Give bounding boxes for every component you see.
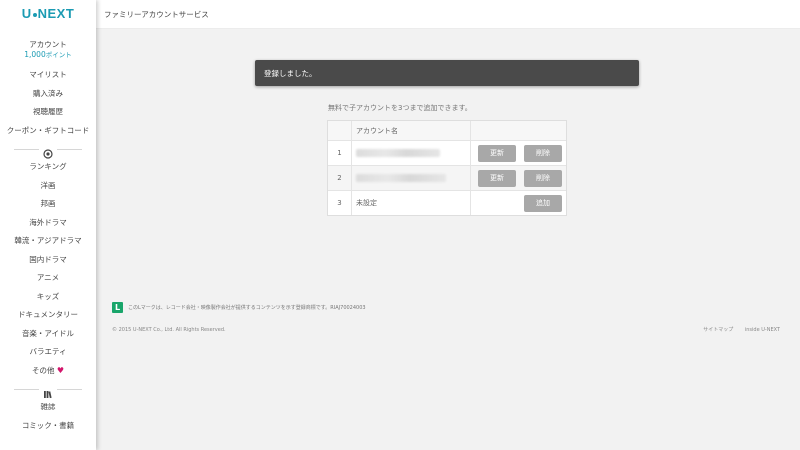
header-num-cell (328, 121, 352, 140)
blurred-account-name (356, 174, 446, 182)
sidebar-item-domestic-drama[interactable]: 国内ドラマ (0, 251, 96, 270)
footer-link-sitemap[interactable]: サイトマップ (703, 327, 733, 333)
update-button[interactable]: 更新 (478, 170, 516, 187)
account-label: アカウント (29, 40, 67, 49)
sidebar-item-music-idol[interactable]: 音楽・アイドル (0, 325, 96, 344)
update-button[interactable]: 更新 (478, 145, 516, 162)
table-row: 2 更新 削除 (328, 165, 566, 190)
sidebar: U NEXT アカウント 1,000ポイント マイリスト 購入済み 視聴履歴 クー… (0, 0, 96, 450)
row-number: 3 (328, 191, 352, 215)
header-action-cell (471, 121, 566, 140)
account-name-cell (352, 166, 471, 190)
sidebar-item-coupon[interactable]: クーポン・ギフトコード (0, 122, 96, 141)
sidebar-item-other-label: その他 (31, 365, 55, 375)
row-number: 2 (328, 166, 352, 190)
points-value: 1,000 (24, 50, 46, 59)
books-icon (39, 384, 57, 403)
top-header: ファミリーアカウントサービス (96, 0, 800, 29)
delete-button[interactable]: 削除 (524, 145, 562, 162)
l-mark-icon: L (112, 302, 123, 313)
account-name-cell: 未設定 (352, 191, 471, 215)
header-account-name: アカウント名 (352, 121, 471, 140)
l-mark-notice: L このLマークは、レコード会社・映像製作会社が提供するコンテンツを示す登録商標… (112, 302, 366, 313)
play-circle-icon (39, 144, 57, 163)
action-cell: 更新 削除 (471, 141, 566, 165)
sidebar-item-comics-books[interactable]: コミック・書籍 (0, 417, 96, 436)
page-title: ファミリーアカウントサービス (104, 10, 209, 19)
unext-logo[interactable]: U NEXT (0, 6, 96, 22)
action-cell: 更新 削除 (471, 166, 566, 190)
sidebar-item-other[interactable]: その他 ♥ (0, 362, 96, 381)
delete-button[interactable]: 削除 (524, 170, 562, 187)
table-row: 1 更新 削除 (328, 140, 566, 165)
footer-link-inside-unext[interactable]: inside U-NEXT (745, 327, 780, 333)
action-cell: 追加 (471, 191, 566, 215)
copyright: © 2015 U-NEXT Co., Ltd. All Rights Reser… (112, 327, 226, 333)
footer-links: サイトマップ inside U-NEXT (693, 326, 780, 333)
sidebar-item-foreign-drama[interactable]: 海外ドラマ (0, 214, 96, 233)
success-toast: 登録しました。 (255, 60, 639, 86)
logo-text-left: U (21, 6, 32, 21)
logo-text-right: NEXT (37, 6, 75, 21)
sidebar-item-anime[interactable]: アニメ (0, 269, 96, 288)
info-text: 無料で子アカウントを3つまで追加できます。 (328, 104, 472, 112)
sidebar-item-documentary[interactable]: ドキュメンタリー (0, 306, 96, 325)
account-name-cell (352, 141, 471, 165)
account-section[interactable]: アカウント 1,000ポイント (0, 40, 96, 60)
points-display: 1,000ポイント (0, 50, 96, 60)
sidebar-item-mylist[interactable]: マイリスト (0, 66, 96, 85)
sidebar-item-variety[interactable]: バラエティ (0, 343, 96, 362)
sidebar-item-kids[interactable]: キッズ (0, 288, 96, 307)
books-divider (14, 382, 82, 403)
video-divider (14, 142, 82, 163)
blurred-account-name (356, 149, 440, 157)
toast-message: 登録しました。 (264, 69, 317, 78)
main-content: 登録しました。 無料で子アカウントを3つまで追加できます。 アカウント名 1 更… (96, 29, 800, 450)
sidebar-item-japanese-movies[interactable]: 邦画 (0, 195, 96, 214)
sidebar-item-purchased[interactable]: 購入済み (0, 85, 96, 104)
child-account-table: アカウント名 1 更新 削除 2 更新 削除 3 未設定 追加 (327, 120, 567, 216)
row-number: 1 (328, 141, 352, 165)
add-button[interactable]: 追加 (524, 195, 562, 212)
logo-dot (32, 12, 37, 17)
sidebar-item-western-movies[interactable]: 洋画 (0, 177, 96, 196)
l-mark-text: このLマークは、レコード会社・映像製作会社が提供するコンテンツを示す登録商標です… (128, 305, 366, 311)
table-row: 3 未設定 追加 (328, 190, 566, 215)
heart-icon: ♥ (56, 365, 65, 375)
sidebar-item-asian-drama[interactable]: 韓流・アジアドラマ (0, 232, 96, 251)
table-header: アカウント名 (328, 121, 566, 140)
points-unit: ポイント (45, 51, 72, 59)
sidebar-item-history[interactable]: 視聴履歴 (0, 103, 96, 122)
